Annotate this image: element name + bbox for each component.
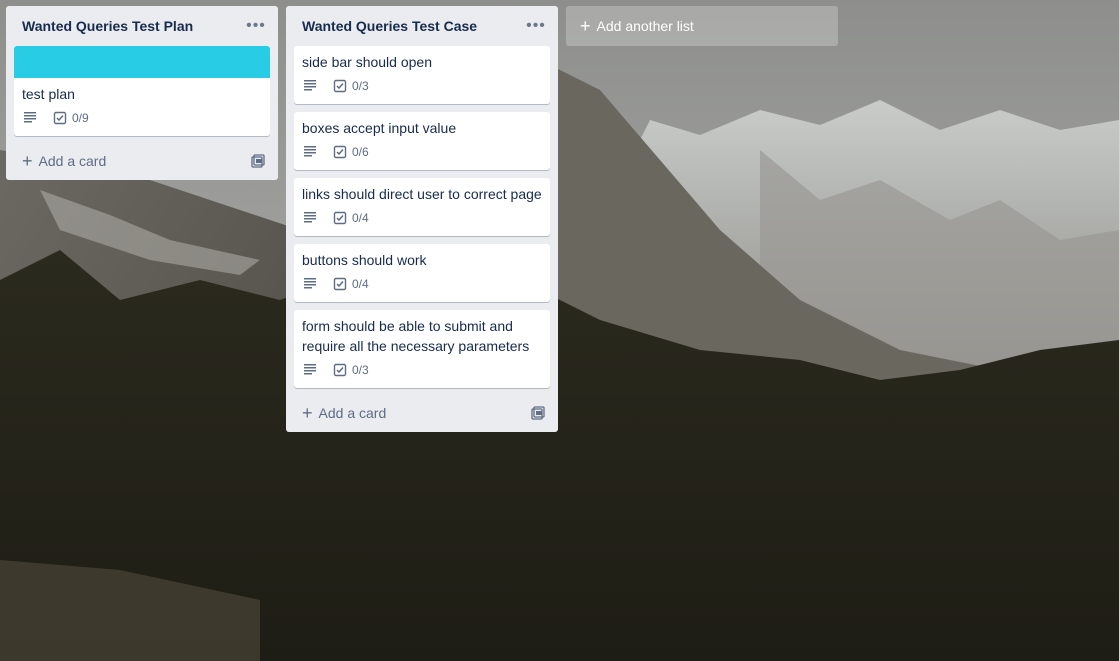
checklist-icon bbox=[333, 363, 347, 377]
list-test-plan: Wanted Queries Test Plan ••• test plan 0… bbox=[6, 6, 278, 180]
list-title[interactable]: Wanted Queries Test Case bbox=[302, 18, 477, 34]
card-badges: 0/3 bbox=[302, 360, 542, 380]
board: Wanted Queries Test Plan ••• test plan 0… bbox=[0, 0, 838, 432]
checklist-badge: 0/6 bbox=[332, 144, 369, 160]
checklist-count: 0/3 bbox=[352, 363, 369, 377]
add-card-label: Add a card bbox=[38, 153, 107, 169]
card-title: boxes accept input value bbox=[302, 120, 457, 136]
description-icon bbox=[302, 275, 318, 294]
add-card-button[interactable]: + Add a card bbox=[302, 404, 386, 422]
checklist-icon bbox=[333, 211, 347, 225]
card-title: links should direct user to correct page bbox=[302, 186, 542, 202]
ellipsis-icon[interactable]: ••• bbox=[244, 14, 268, 38]
card-title: form should be able to submit and requir… bbox=[302, 318, 530, 354]
card-badges: 0/3 bbox=[302, 76, 542, 96]
description-icon bbox=[22, 109, 38, 128]
card-list: side bar should open 0/3 boxes accept in… bbox=[286, 46, 558, 396]
ellipsis-icon[interactable]: ••• bbox=[524, 14, 548, 38]
checklist-badge: 0/4 bbox=[332, 210, 369, 226]
checklist-badge: 0/9 bbox=[52, 110, 89, 126]
card-title: buttons should work bbox=[302, 252, 427, 268]
checklist-badge: 0/4 bbox=[332, 276, 369, 292]
list-header: Wanted Queries Test Case ••• bbox=[286, 6, 558, 46]
card[interactable]: boxes accept input value 0/6 bbox=[294, 112, 550, 170]
add-card-label: Add a card bbox=[318, 405, 387, 421]
checklist-icon bbox=[333, 79, 347, 93]
checklist-icon bbox=[333, 277, 347, 291]
checklist-count: 0/4 bbox=[352, 277, 369, 291]
checklist-count: 0/6 bbox=[352, 145, 369, 159]
checklist-badge: 0/3 bbox=[332, 78, 369, 94]
checklist-count: 0/9 bbox=[72, 111, 89, 125]
plus-icon: + bbox=[302, 403, 313, 423]
list-footer: + Add a card bbox=[286, 394, 558, 432]
list-title[interactable]: Wanted Queries Test Plan bbox=[22, 18, 193, 34]
add-list-label: Add another list bbox=[596, 18, 694, 34]
checklist-count: 0/4 bbox=[352, 211, 369, 225]
card-template-icon[interactable] bbox=[528, 403, 548, 423]
card[interactable]: form should be able to submit and requir… bbox=[294, 310, 550, 388]
card[interactable]: buttons should work 0/4 bbox=[294, 244, 550, 302]
add-list-button[interactable]: + Add another list bbox=[566, 6, 838, 46]
add-card-button[interactable]: + Add a card bbox=[22, 152, 106, 170]
card[interactable]: side bar should open 0/3 bbox=[294, 46, 550, 104]
list-header: Wanted Queries Test Plan ••• bbox=[6, 6, 278, 46]
card-body: form should be able to submit and requir… bbox=[294, 310, 550, 388]
checklist-icon bbox=[333, 145, 347, 159]
checklist-badge: 0/3 bbox=[332, 362, 369, 378]
card-badges: 0/6 bbox=[302, 142, 542, 162]
list-footer: + Add a card bbox=[6, 142, 278, 180]
description-icon bbox=[302, 209, 318, 228]
list-test-case: Wanted Queries Test Case ••• side bar sh… bbox=[286, 6, 558, 432]
card-body: side bar should open 0/3 bbox=[294, 46, 550, 104]
description-icon bbox=[302, 77, 318, 96]
card-badges: 0/4 bbox=[302, 274, 542, 294]
plus-icon: + bbox=[580, 16, 591, 36]
card-title: side bar should open bbox=[302, 54, 432, 70]
card-body: buttons should work 0/4 bbox=[294, 244, 550, 302]
card-template-icon[interactable] bbox=[248, 151, 268, 171]
description-icon bbox=[302, 143, 318, 162]
card[interactable]: test plan 0/9 bbox=[14, 46, 270, 136]
card-body: boxes accept input value 0/6 bbox=[294, 112, 550, 170]
card[interactable]: links should direct user to correct page… bbox=[294, 178, 550, 236]
card-badges: 0/9 bbox=[22, 108, 262, 128]
card-cover bbox=[14, 46, 270, 78]
checklist-count: 0/3 bbox=[352, 79, 369, 93]
card-list: test plan 0/9 bbox=[6, 46, 278, 144]
card-body: links should direct user to correct page… bbox=[294, 178, 550, 236]
plus-icon: + bbox=[22, 151, 33, 171]
card-title: test plan bbox=[22, 86, 75, 102]
checklist-icon bbox=[53, 111, 67, 125]
card-body: test plan 0/9 bbox=[14, 78, 270, 136]
card-badges: 0/4 bbox=[302, 208, 542, 228]
description-icon bbox=[302, 361, 318, 380]
